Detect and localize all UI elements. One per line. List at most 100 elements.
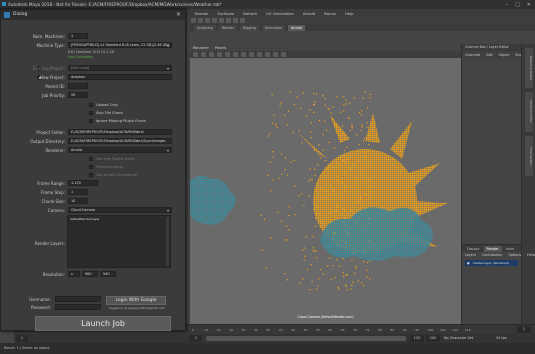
render-layers-scrollbar[interactable] (166, 217, 169, 266)
render-layers-list[interactable]: defaultRenderLayer (67, 215, 171, 268)
dialog-title-bar: Dialog ✕ (1, 10, 185, 20)
layer-menu-options[interactable]: Options (508, 253, 521, 257)
maximize-icon[interactable]: □ (515, 2, 520, 8)
postprocessing-checkbox[interactable] (89, 165, 93, 169)
range-end-field-2[interactable]: 200 (426, 335, 440, 342)
layer-tab-render[interactable]: Render (483, 245, 502, 252)
resolution-mode-field[interactable]: 0 (68, 271, 80, 277)
panel-menu-panels[interactable]: Panels (215, 46, 226, 50)
time-tick-label: 105 (440, 328, 446, 332)
channel-menu-channels[interactable]: Channels (465, 53, 480, 57)
status-icon[interactable] (191, 18, 196, 23)
ignore-missing-checkbox[interactable] (89, 119, 93, 123)
range-start-field-2[interactable]: 1 (190, 335, 202, 342)
frame-step-field[interactable]: 1 (68, 189, 88, 195)
job-priority-field[interactable]: 50 (68, 92, 88, 98)
render-layers-item[interactable]: defaultRenderLayer (70, 217, 100, 221)
channel-box-menu: Channels Edit Object Show (462, 51, 524, 59)
character-set-field[interactable]: No Character Set (444, 335, 473, 342)
renderer-dropdown[interactable]: Arnold (68, 147, 172, 153)
time-tick-label: 80 (378, 328, 382, 332)
frame-range-field[interactable]: 1-120 (68, 180, 98, 186)
fps-field[interactable]: 24 fps (496, 335, 507, 342)
cost-calculation-link[interactable]: Cost Calculation (68, 55, 93, 59)
status-icon[interactable] (198, 18, 203, 23)
existing-project-dropdown[interactable]: [Not Used] (68, 65, 172, 71)
status-icon[interactable] (219, 18, 224, 23)
status-icon[interactable] (205, 18, 210, 23)
output-dir-field[interactable]: E:/ACM/FIREPROOF/Dropbox/ACM/MGWork/Sync… (68, 138, 172, 144)
new-project-field[interactable]: dropbox (68, 74, 172, 80)
layer-menu-contribution[interactable]: Contribution (482, 253, 502, 257)
status-icon[interactable] (212, 18, 217, 23)
layer-menu-layers[interactable]: Layers (465, 253, 476, 257)
command-line[interactable]: Result: 1 | Select an object (0, 343, 535, 354)
side-tab-attribute-editor[interactable]: Attribute Editor (525, 92, 533, 132)
channel-menu-edit[interactable]: Edit (486, 53, 492, 57)
camera-dropdown[interactable]: Cloud:Camera (68, 207, 172, 213)
password-field[interactable] (55, 304, 101, 310)
menu-uv-generation[interactable]: UV Generation (266, 11, 294, 16)
time-tick-label: 85 (390, 328, 395, 332)
skip-file-check-checkbox[interactable] (89, 111, 93, 115)
menu-deform[interactable]: Deform (243, 11, 257, 16)
shelf-tab-animation[interactable]: Animation (261, 24, 286, 31)
time-tick-label: 115 (464, 328, 471, 332)
logged-in-status: Logged in as gregory.diller@gmail.com (108, 306, 166, 310)
machine-type-dropdown[interactable]: [PRESHAPTBILD] x1 Standard 8 (8 cores, 2… (68, 42, 172, 48)
viewport[interactable]: Cloud Camera (defaultRender.cam) (190, 51, 461, 324)
status-icon[interactable] (233, 18, 238, 23)
menu-bonus[interactable]: Bonus (324, 11, 336, 16)
shelf-tab-sculpting[interactable]: Sculpting (194, 24, 216, 31)
close-icon[interactable]: ✕ (176, 11, 181, 19)
resolution-label: Resolution: (42, 272, 65, 277)
resolution-height-field[interactable]: 540 (100, 271, 116, 277)
layer-tab-anim[interactable]: Anim (503, 246, 518, 252)
layer-editor-tabs: Display Render Anim (462, 245, 521, 252)
range-start-field[interactable]: 1 (16, 335, 28, 342)
channel-box: Channel Box / Layer Editor Channels Edit… (461, 44, 524, 244)
shelf-tabs: Sculpting Render Rigging Animation Arnol… (190, 24, 535, 31)
image-utils-checkbox[interactable] (89, 157, 93, 161)
menu-arnold[interactable]: Arnold (303, 11, 315, 16)
arnold-standalone-checkbox[interactable] (89, 173, 93, 177)
status-icon[interactable] (240, 18, 245, 23)
render-icon[interactable]: ● (467, 261, 470, 265)
menu-surfaces[interactable]: Surfaces (218, 11, 234, 16)
layer-menu-help[interactable]: Help (527, 253, 535, 257)
layer-tab-display[interactable]: Display (464, 246, 483, 252)
range-bar[interactable] (206, 336, 406, 341)
channel-menu-object[interactable]: Object (499, 53, 510, 57)
launch-job-button[interactable]: Launch Job (35, 316, 171, 331)
panel-menu-renderer[interactable]: Renderer (193, 46, 209, 50)
status-icon[interactable] (226, 18, 231, 23)
side-tab-modeling-toolkit[interactable]: Modeling Toolkit (525, 48, 533, 88)
resolution-width-field[interactable]: 960 (82, 271, 98, 277)
num-machines-field[interactable]: 1 (68, 33, 88, 39)
login-google-button[interactable]: Login With Google (106, 296, 166, 305)
parent-id-field[interactable] (68, 83, 88, 89)
layer-row[interactable]: ● masterLayer (Rendered) (465, 260, 518, 266)
time-tick-label: 55 (316, 328, 320, 332)
cloud-left (190, 175, 236, 225)
side-tab-channel-box[interactable]: Channel Box (525, 136, 533, 176)
postprocessing-label: Postprocessing (96, 165, 123, 169)
minimize-icon[interactable]: – (506, 2, 509, 8)
username-field[interactable] (55, 296, 101, 302)
menu-render[interactable]: Render (195, 11, 209, 16)
machine-type-cost: 8.8 / Core/Hour (0.9) 1% 1.28 (68, 50, 114, 54)
machine-type-label: Machine Type: (36, 43, 65, 48)
shelf-tab-rigging[interactable]: Rigging (239, 24, 259, 31)
time-tick-label: 5 (192, 328, 194, 332)
range-end-field[interactable]: 120 (410, 335, 424, 342)
close-icon[interactable]: ✕ (527, 2, 531, 8)
shelf-tab-render[interactable]: Render (218, 24, 237, 31)
project-folder-field[interactable]: E:/ACM/FIREPROOF/Dropbox/ACM/MGWork/ (68, 129, 172, 135)
current-frame-field[interactable]: 1 (517, 326, 531, 333)
menu-help[interactable]: Help (345, 11, 354, 16)
shelf-tab-arnold[interactable]: Arnold (288, 24, 306, 31)
maya-title-bar: Autodesk Maya 2018 - Not for Resale: E:/… (0, 0, 535, 9)
upload-only-checkbox[interactable] (89, 103, 93, 107)
chunk-size-field[interactable]: 10 (68, 198, 88, 204)
time-tick-label: 35 (266, 328, 271, 332)
